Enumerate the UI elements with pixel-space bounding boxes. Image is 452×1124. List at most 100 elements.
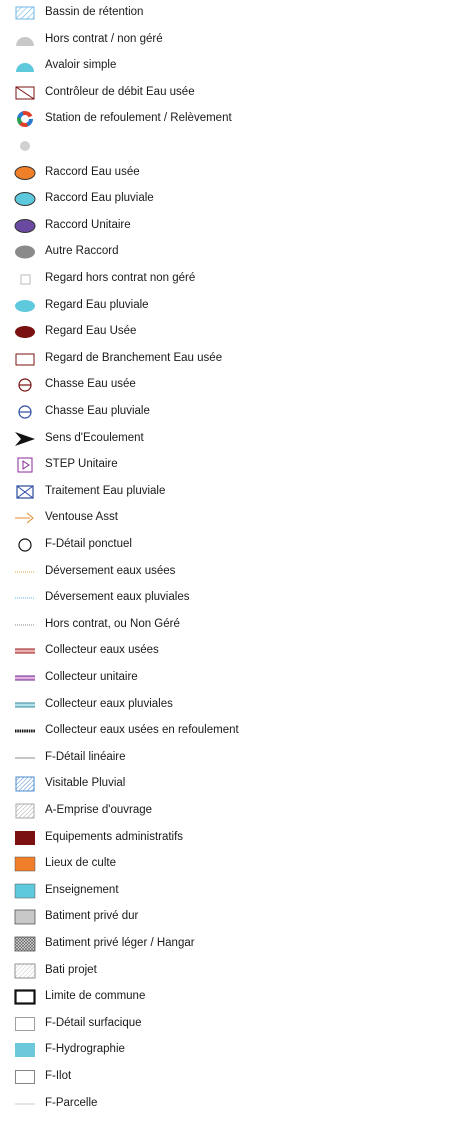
legend-row: Traitement Eau pluviale [0, 479, 452, 505]
legend-row: Autre Raccord [0, 239, 452, 265]
darkred-square-icon [14, 828, 36, 848]
legend-row: F-Détail surfacique [0, 1011, 452, 1037]
bold-outline-square-icon [14, 987, 36, 1007]
legend-row: Déversement eaux usées [0, 559, 452, 585]
flow-controller-icon [14, 83, 36, 103]
legend-label: Enseignement [45, 883, 119, 896]
legend-label: Bati projet [45, 963, 97, 976]
crossed-circle-blue-icon [14, 402, 36, 422]
legend-label: F-Parcelle [45, 1096, 98, 1109]
red-double-line-icon [14, 641, 36, 661]
legend-label: Regard Eau pluviale [45, 298, 149, 311]
legend-label: F-Hydrographie [45, 1043, 125, 1056]
legend-label: Visitable Pluvial [45, 777, 126, 790]
orange-square-icon [14, 854, 36, 874]
legend-row: A-Emprise d'ouvrage [0, 798, 452, 824]
faint-line-icon [14, 1094, 36, 1114]
grey-half-disc-icon [14, 30, 36, 50]
legend-row: Regard de Branchement Eau usée [0, 346, 452, 372]
legend-label: Traitement Eau pluviale [45, 484, 166, 497]
thick-dashed-line-icon [14, 721, 36, 741]
legend-row: Lieux de culte [0, 851, 452, 877]
legend-row: F-Détail ponctuel [0, 532, 452, 558]
crossed-circle-red-icon [14, 375, 36, 395]
legend-row: Regard Eau Usée [0, 319, 452, 345]
legend-row: Raccord Eau pluviale [0, 186, 452, 212]
legend-row: Regard Eau pluviale [0, 293, 452, 319]
hatched-square-icon [14, 3, 36, 23]
legend-label: F-Ilot [45, 1070, 72, 1082]
legend-label: F-Détail ponctuel [45, 538, 132, 550]
legend-label: F-Détail linéaire [45, 750, 126, 763]
legend-row: Collecteur eaux usées en refoulement [0, 718, 452, 744]
legend-row: Chasse Eau pluviale [0, 399, 452, 425]
legend-row: Collecteur unitaire [0, 665, 452, 691]
cyan-square-icon [14, 881, 36, 901]
cyan-oval-icon [14, 296, 36, 316]
legend-row: F-Ilot [0, 1064, 452, 1090]
legend-row: STEP Unitaire [0, 452, 452, 478]
grey-hatched-square-icon [14, 801, 36, 821]
grey-dot-icon [14, 136, 36, 156]
legend-label: Contrôleur de débit Eau usée [45, 85, 195, 98]
legend-row: Equipements administratifs [0, 825, 452, 851]
darkred-oval-icon [14, 322, 36, 342]
small-square-icon [14, 269, 36, 289]
dotted-orange-line-icon [14, 562, 36, 582]
legend-row: Regard hors contrat non géré [0, 266, 452, 292]
grey-ellipse-icon [14, 242, 36, 262]
legend-row: Station de refoulement / Relèvement [0, 106, 452, 132]
envelope-icon [14, 482, 36, 502]
legend-row: Raccord Unitaire [0, 213, 452, 239]
legend-label: Raccord Unitaire [45, 218, 131, 231]
legend-label: Raccord Eau pluviale [45, 192, 154, 205]
legend-row: Chasse Eau usée [0, 372, 452, 398]
legend-label: Lieux de culte [45, 857, 116, 870]
legend-label: Collecteur eaux pluviales [45, 697, 173, 710]
cyan-ellipse-icon [14, 189, 36, 209]
circle-outline-icon [14, 535, 36, 555]
legend-label: Collecteur eaux usées en refoulement [45, 724, 239, 737]
legend-row [0, 133, 452, 159]
outline-square-icon [14, 1014, 36, 1034]
legend-row: Enseignement [0, 878, 452, 904]
cyan-half-disc-icon [14, 56, 36, 76]
purple-ellipse-icon [14, 216, 36, 236]
legend-label: Batiment privé léger / Hangar [45, 937, 195, 949]
legend-row: Hors contrat, ou Non Géré [0, 612, 452, 638]
legend-row: Collecteur eaux pluviales [0, 692, 452, 718]
legend-row: F-Hydrographie [0, 1037, 452, 1063]
legend-row: Sens d'Ecoulement [0, 426, 452, 452]
orange-ellipse-icon [14, 163, 36, 183]
legend-label: Déversement eaux usées [45, 564, 176, 577]
legend-label: Autre Raccord [45, 245, 119, 258]
legend-label: Regard de Branchement Eau usée [45, 351, 223, 364]
legend-row: Contrôleur de débit Eau usée [0, 80, 452, 106]
legend-row: Batiment privé léger / Hangar [0, 931, 452, 957]
legend-label: Bassin de rétention [45, 6, 144, 18]
legend-label: Chasse Eau pluviale [45, 405, 150, 417]
legend-label: Regard hors contrat non géré [45, 272, 196, 284]
legend-row: Visitable Pluvial [0, 771, 452, 797]
legend-row: Bassin de rétention [0, 0, 452, 26]
legend-label: Station de refoulement / Relèvement [45, 112, 232, 125]
step-icon [14, 455, 36, 475]
teal-double-line-icon [14, 695, 36, 715]
legend-row: F-Détail linéaire [0, 745, 452, 771]
legend-label: Hors contrat / non géré [45, 32, 163, 45]
legend-label: Déversement eaux pluviales [45, 591, 190, 604]
darkred-rectangle-icon [14, 349, 36, 369]
outline-square-2-icon [14, 1067, 36, 1087]
legend-row: Collecteur eaux usées [0, 638, 452, 664]
legend-row: Limite de commune [0, 984, 452, 1010]
legend-label: Chasse Eau usée [45, 378, 136, 391]
legend-label: Collecteur eaux usées [45, 644, 159, 657]
legend-label: Equipements administratifs [45, 830, 184, 843]
light-blue-square-icon [14, 1040, 36, 1060]
light-hatched-square-icon [14, 961, 36, 981]
legend-row: Batiment privé dur [0, 904, 452, 930]
legend-label: Collecteur unitaire [45, 671, 138, 683]
legend-label: Batiment privé dur [45, 910, 139, 923]
legend-label: F-Détail surfacique [45, 1016, 142, 1029]
legend-row: Déversement eaux pluviales [0, 585, 452, 611]
